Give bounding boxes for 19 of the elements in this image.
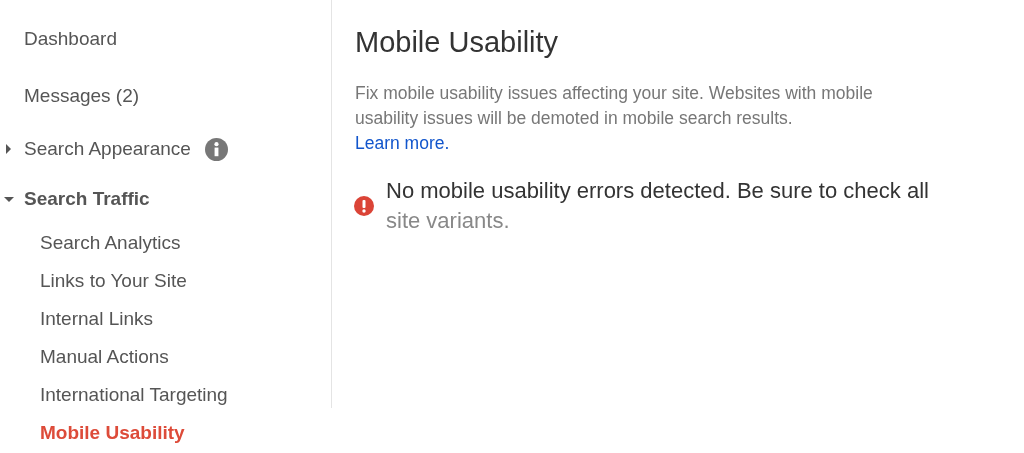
site-variants-link[interactable]: site variants. xyxy=(386,208,510,233)
nav-item[interactable]: Search Analytics xyxy=(40,232,181,254)
nav-item[interactable]: Internal Links xyxy=(40,308,153,330)
caret-down-icon[interactable] xyxy=(4,194,14,204)
nav-item[interactable]: Messages (2) xyxy=(24,84,140,107)
info-icon[interactable] xyxy=(204,137,228,161)
nav-item[interactable]: Dashboard xyxy=(24,27,117,50)
learn-more-link[interactable]: Learn more. xyxy=(355,131,450,156)
nav-item[interactable]: Manual Actions xyxy=(40,346,169,368)
caret-right-icon[interactable] xyxy=(4,144,14,154)
nav-item[interactable]: Search Appearance xyxy=(24,138,191,160)
error-icon xyxy=(354,196,374,216)
page-title: Mobile Usability xyxy=(355,26,559,59)
nav-item[interactable]: Search Traffic xyxy=(24,188,150,210)
nav-item[interactable]: Links to Your Site xyxy=(40,270,187,292)
nav-item[interactable]: Mobile Usability xyxy=(40,422,185,444)
alert-message: No mobile usability errors detected. Be sure to check all site variants. xyxy=(386,177,930,235)
nav-item[interactable]: International Targeting xyxy=(40,384,228,406)
description-text: Fix mobile usability issues affecting your site. Websites with mobile usability issues will be demoted in mobile search results. xyxy=(355,82,874,130)
